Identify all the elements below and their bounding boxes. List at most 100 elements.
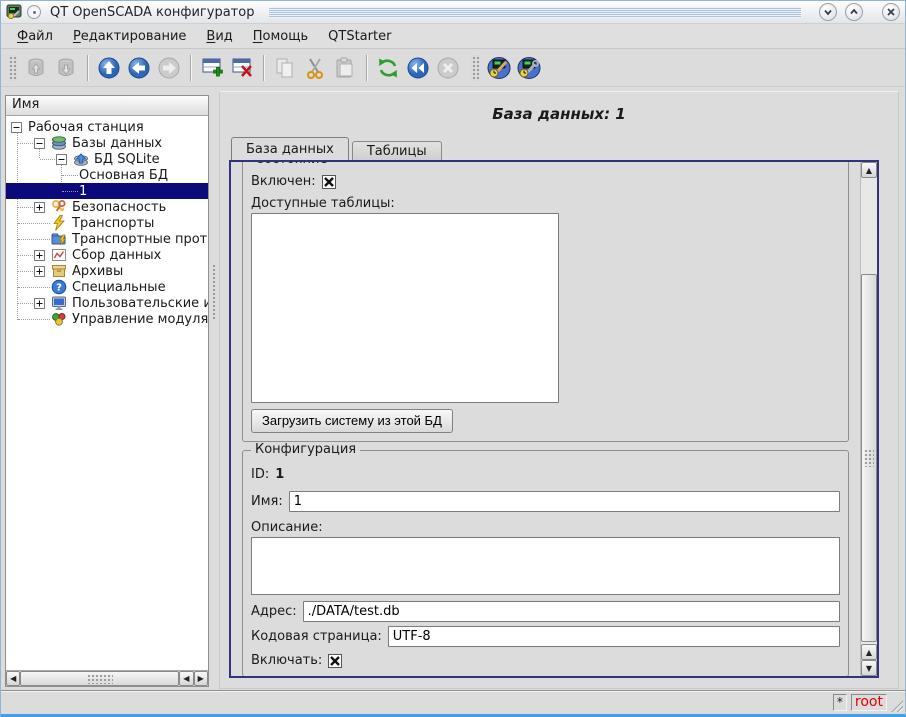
enabled-checkbox[interactable] (322, 175, 336, 189)
paste-icon (333, 56, 357, 80)
close-button[interactable] (882, 3, 900, 21)
tree-item-db-1[interactable]: 1 (6, 183, 208, 199)
up-button[interactable] (94, 53, 124, 83)
tree-item-daq[interactable]: Сбор данных (6, 247, 208, 263)
load-from-db-button[interactable]: Загрузить систему из этой БД (251, 409, 453, 433)
scroll-left-icon[interactable]: ◀ (179, 671, 193, 686)
tree-item-modules[interactable]: Управление модулям (6, 311, 208, 327)
codepage-input[interactable] (388, 626, 840, 647)
load-button[interactable] (21, 53, 51, 83)
codepage-label: Кодовая страница: (251, 629, 382, 644)
refresh-button[interactable] (373, 53, 403, 83)
shade-down-button[interactable] (819, 3, 837, 21)
toolbar-drag-handle[interactable] (471, 55, 480, 81)
toolbar (1, 49, 905, 87)
menubar: Файл Редактирование Вид Помощь QTStarter (1, 24, 905, 49)
enabled-label: Включен: (251, 174, 316, 189)
tree-item-label: Сбор данных (72, 248, 161, 263)
splitter-grip-icon[interactable] (212, 264, 217, 320)
save-button[interactable] (51, 53, 81, 83)
stop-button[interactable] (433, 53, 463, 83)
main-panel: База данных: 1 База данных Таблицы Состо… (219, 91, 899, 689)
scrollbar-thumb[interactable] (861, 274, 877, 642)
resize-grip-icon[interactable] (890, 699, 903, 712)
addr-input[interactable] (303, 601, 840, 622)
db-stack-icon (51, 135, 67, 151)
scroll-down-icon[interactable]: ▼ (861, 660, 877, 676)
expand-icon[interactable] (34, 202, 45, 213)
modified-flag: * (833, 694, 847, 711)
collapse-icon[interactable] (34, 138, 45, 149)
tree-item-transports[interactable]: Транспорты (6, 215, 208, 231)
form-scroll-area: Состояние Включен: Доступные таблицы: За… (229, 160, 879, 678)
form-vertical-scrollbar[interactable]: ▲ ▲ ▼ (860, 162, 877, 676)
tree-header[interactable]: Имя (6, 96, 208, 116)
scroll-up-icon[interactable]: ▲ (861, 162, 877, 178)
menu-help[interactable]: Помощь (245, 27, 316, 46)
collapse-icon[interactable] (11, 122, 22, 133)
special-icon: ? (51, 279, 67, 295)
qtstarter-qtcfg-icon (486, 55, 512, 81)
transport-icon (51, 215, 67, 231)
tree-item-label: Основная БД (79, 168, 168, 183)
collapse-icon[interactable] (56, 154, 67, 165)
qtstarter-vision-icon (516, 55, 542, 81)
expand-icon[interactable] (34, 266, 45, 277)
scrollbar-thumb[interactable] (20, 671, 179, 686)
enable-checkbox[interactable] (328, 654, 342, 668)
tree-item-label: Пользовательские и (72, 296, 208, 311)
state-group-title: Состояние (251, 162, 331, 167)
state-groupbox: Состояние Включен: Доступные таблицы: За… (242, 162, 849, 442)
tab-database[interactable]: База данных (231, 137, 349, 160)
back-button[interactable] (124, 53, 154, 83)
sticky-button[interactable] (27, 5, 41, 19)
app-icon (6, 4, 22, 20)
current-user: root (851, 694, 887, 711)
cut-button[interactable] (300, 53, 330, 83)
tree-item-user-interfaces[interactable]: Пользовательские и (6, 295, 208, 311)
tree-item-db-sqlite[interactable]: БД SQLite (6, 151, 208, 167)
item-add-button[interactable] (197, 53, 227, 83)
app-window: QT OpenSCADA конфигуратор Файл Редактиро… (0, 0, 906, 717)
tree-horizontal-scrollbar[interactable]: ◀ ◀ ▶ (6, 670, 208, 686)
tree-item-special[interactable]: ? Специальные (6, 279, 208, 295)
item-del-button[interactable] (227, 53, 257, 83)
scroll-left-icon[interactable]: ◀ (6, 671, 20, 686)
daq-icon (51, 247, 67, 263)
tables-listbox[interactable] (251, 213, 559, 403)
qtstarter-vision-button[interactable] (514, 53, 544, 83)
menu-file[interactable]: Файл (9, 27, 61, 46)
modules-icon (51, 311, 67, 327)
enabled-row: Включен: (251, 174, 840, 189)
descr-textarea[interactable] (251, 537, 840, 595)
tree-item-label: Рабочая станция (28, 120, 144, 135)
id-label: ID: (251, 467, 269, 482)
menu-view[interactable]: Вид (198, 27, 240, 46)
copy-button[interactable] (270, 53, 300, 83)
shade-up-button[interactable] (845, 3, 863, 21)
paste-button[interactable] (330, 53, 360, 83)
menu-qtstarter[interactable]: QTStarter (320, 27, 399, 46)
tree-item-protocols[interactable]: Транспортные прото (6, 231, 208, 247)
tab-tables[interactable]: Таблицы (352, 141, 442, 160)
window-title: QT OpenSCADA конфигуратор (46, 5, 254, 20)
forward-button[interactable] (154, 53, 184, 83)
name-label: Имя: (251, 494, 283, 509)
qtstarter-qtcfg-button[interactable] (484, 53, 514, 83)
tree-item-databases[interactable]: Базы данных (6, 135, 208, 151)
panel-splitter[interactable] (209, 91, 219, 689)
scroll-right-icon[interactable]: ▶ (194, 671, 208, 686)
tree-item-workstation[interactable]: Рабочая станция (6, 119, 208, 135)
name-input[interactable] (289, 491, 840, 512)
start-button[interactable] (403, 53, 433, 83)
tree-item-main-db[interactable]: Основная БД (6, 167, 208, 183)
toolbar-drag-handle[interactable] (8, 55, 17, 81)
menu-edit[interactable]: Редактирование (65, 27, 194, 46)
tree-item-archives[interactable]: Архивы (6, 263, 208, 279)
expand-icon[interactable] (34, 298, 45, 309)
expand-icon[interactable] (34, 250, 45, 261)
tree-item-security[interactable]: Безопасность (6, 199, 208, 215)
start-icon (406, 56, 430, 80)
enable-row: Включать: (251, 653, 840, 668)
scroll-up-icon[interactable]: ▲ (861, 644, 877, 660)
